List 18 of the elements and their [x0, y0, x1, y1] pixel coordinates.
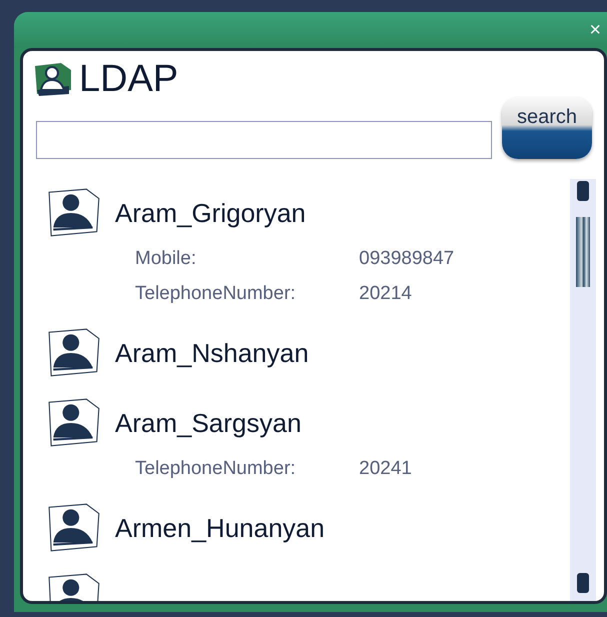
field-value: 20241 [359, 458, 412, 480]
app-title: LDAP [79, 58, 178, 100]
contact-name[interactable]: Armen_Hunanyan [115, 512, 325, 544]
contact-name[interactable]: Aram_Sargsyan [115, 408, 302, 438]
search-field[interactable] [36, 121, 492, 159]
field-label: Mobile: [135, 248, 198, 270]
scroll-up-button[interactable] [577, 181, 589, 201]
field-label: TelephoneNumber: [135, 458, 297, 480]
close-button[interactable]: × [583, 18, 607, 42]
scroll-down-button[interactable] [577, 573, 589, 593]
field-value: 093989847 [359, 248, 454, 270]
scrollbar[interactable] [570, 179, 596, 601]
scroll-thumb[interactable] [576, 217, 590, 287]
field-value: 20214 [359, 282, 412, 304]
search-button[interactable]: search [502, 97, 592, 159]
contact-name[interactable]: Aram_Grigoryan [115, 198, 306, 228]
field-label: TelephoneNumber: [135, 282, 297, 304]
contact-name[interactable]: Aram_Nshanyan [115, 338, 309, 368]
